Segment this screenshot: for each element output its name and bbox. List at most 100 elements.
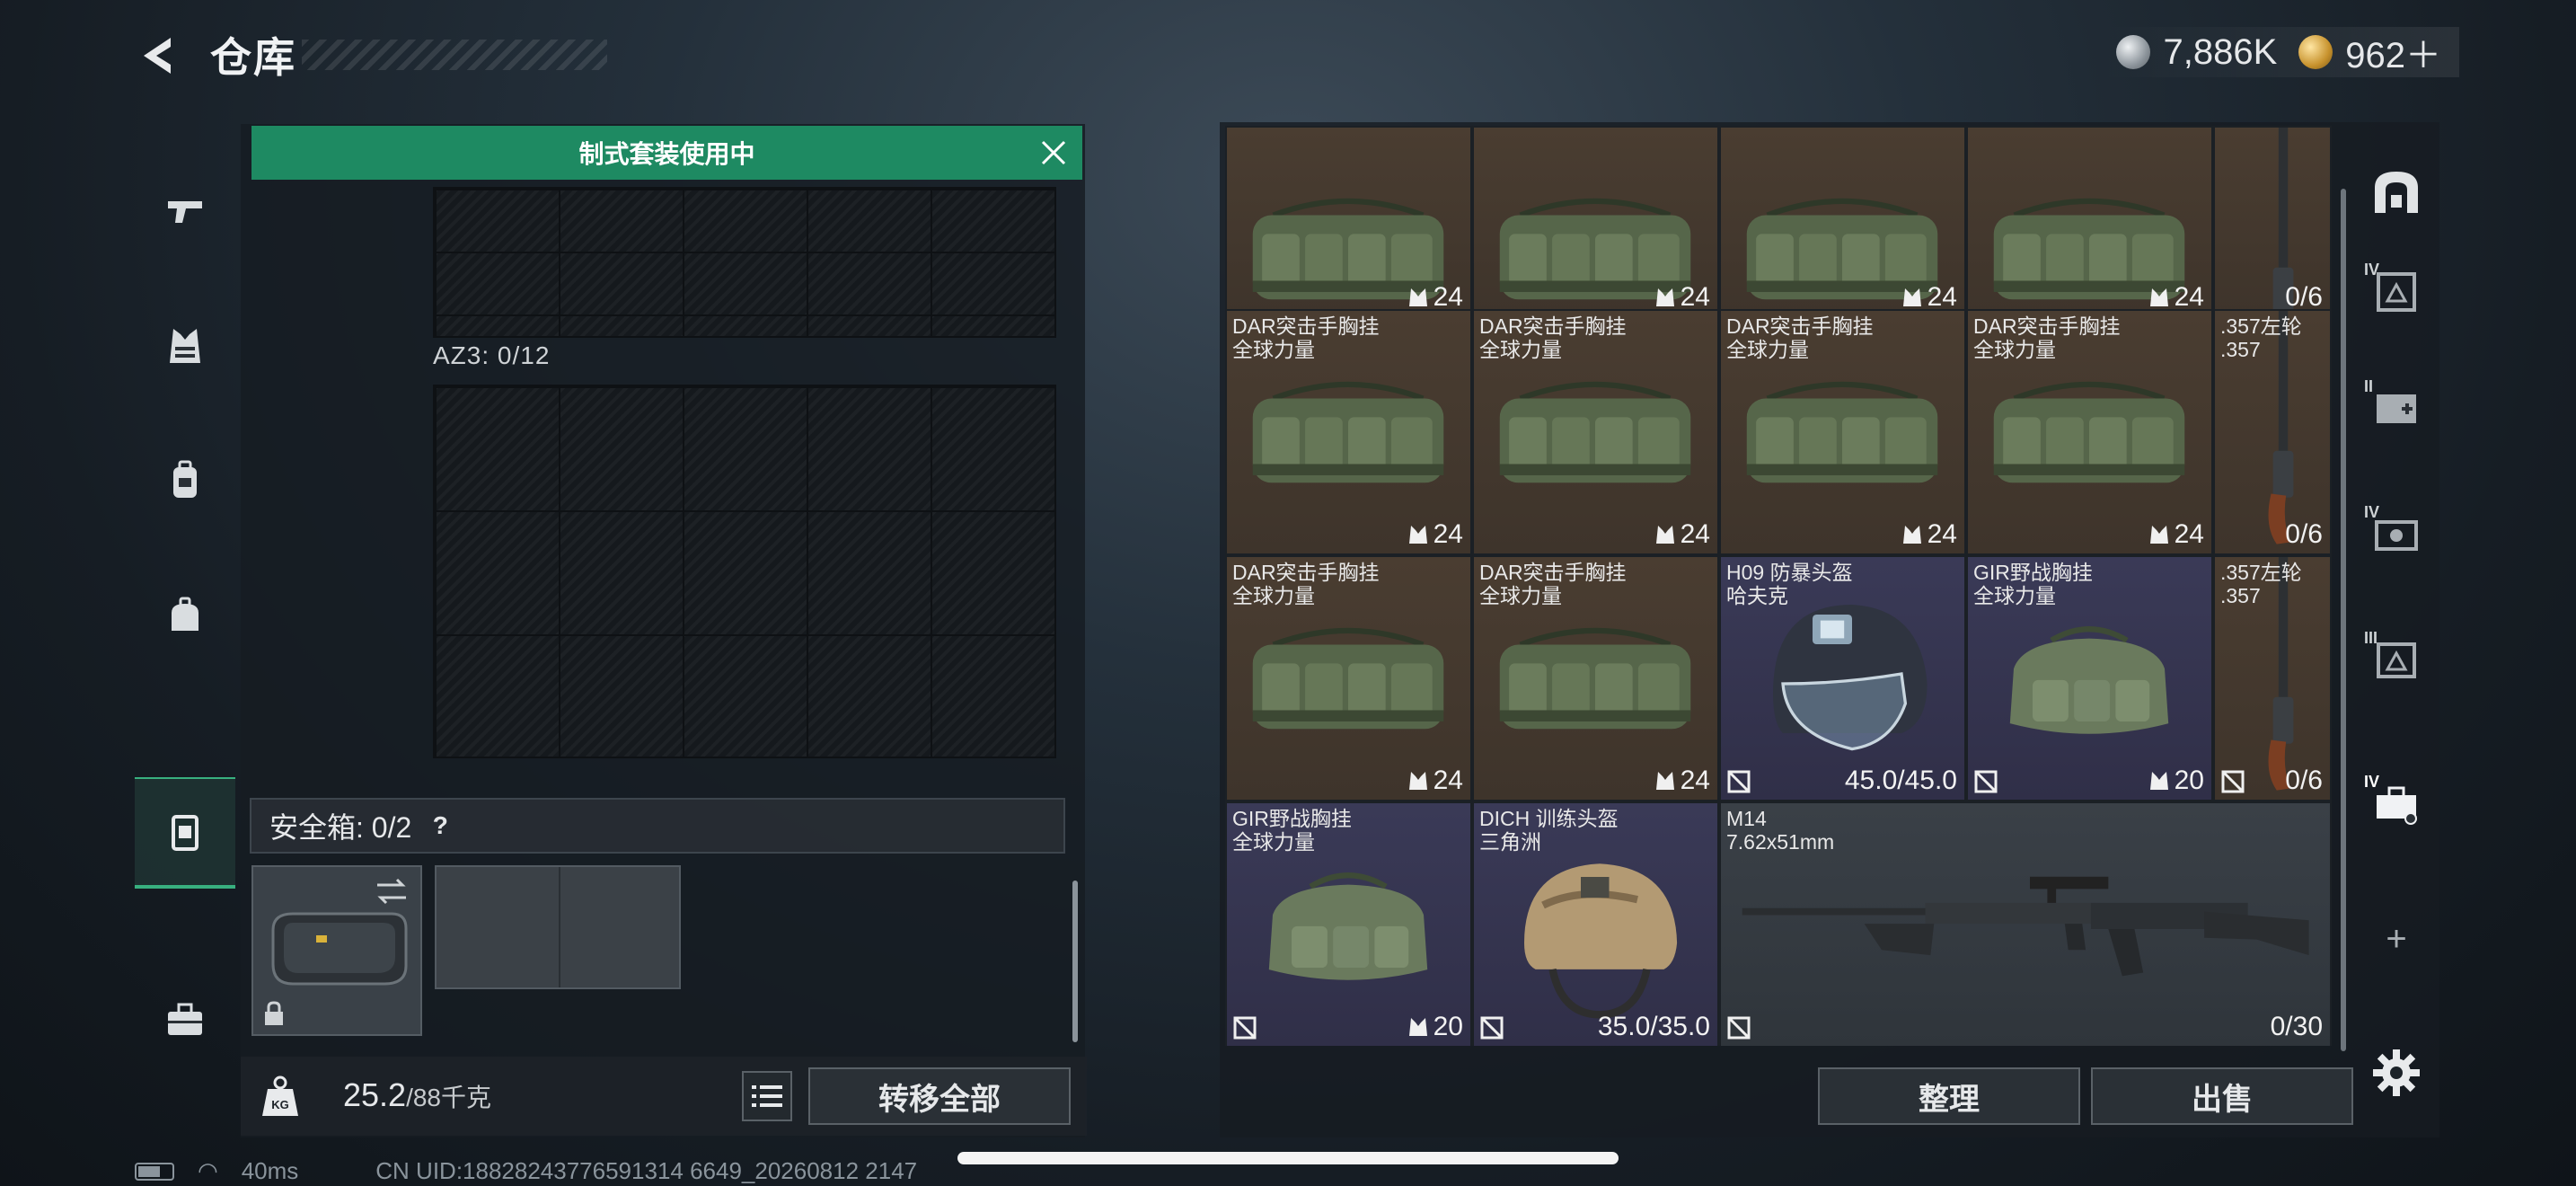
nav-weapon[interactable]	[135, 162, 235, 261]
item-name-line1: M14	[1726, 807, 1767, 830]
tier-label: IV	[2364, 773, 2380, 791]
item-name-line2: 全球力量	[1973, 338, 2056, 361]
item-name: .357左轮 .357	[2220, 314, 2302, 361]
item-name: M14 7.62x51mm	[1726, 807, 1834, 854]
weight-value: 25.2	[343, 1076, 407, 1113]
capacity-value: 24	[1433, 519, 1463, 549]
stash-item[interactable]: GIR野战胸挂 全球力量 20	[1966, 555, 2213, 801]
safebox-empty-slot[interactable]	[435, 865, 681, 989]
nav-toolbox[interactable]	[135, 970, 235, 1069]
nav-bag[interactable]	[135, 566, 235, 665]
capacity-value: 24	[2174, 519, 2204, 549]
help-icon[interactable]: ?	[424, 810, 456, 842]
capacity-value: 24	[1433, 766, 1463, 795]
left-scrollbar[interactable]	[1072, 881, 1078, 1042]
stash-item[interactable]: DAR突击手胸挂 全球力量 24	[1225, 309, 1472, 555]
az3-capacity-label: AZ3: 0/12	[433, 341, 551, 369]
safebox-header: 安全箱: 0/2 ?	[250, 798, 1065, 854]
capacity-count: 24	[1654, 766, 1710, 796]
title-decoration	[302, 40, 607, 70]
list-view-button[interactable]	[742, 1071, 792, 1121]
capacity-value: 24	[1927, 282, 1957, 312]
list-icon	[752, 1085, 782, 1107]
item-name-line1: DAR突击手胸挂	[1973, 314, 2121, 338]
ping-text: 40ms	[241, 1157, 299, 1184]
safebox-slot[interactable]	[251, 865, 422, 1036]
no-trade-icon	[1233, 1016, 1257, 1040]
backpack-icon	[173, 460, 197, 498]
stash-tab-3[interactable]: III	[2360, 611, 2432, 710]
stash-item[interactable]: 24	[1472, 126, 1719, 318]
stash-tab-4a[interactable]: IV	[2360, 243, 2432, 341]
item-name-line2: 全球力量	[1726, 338, 1809, 361]
stash-scrollbar[interactable]	[2341, 189, 2346, 1051]
stash-tab-4b[interactable]: IV	[2360, 485, 2432, 584]
vest-capacity-icon	[1655, 526, 1674, 544]
az3-grid[interactable]	[433, 385, 1056, 758]
capacity-value: 20	[2174, 766, 2204, 795]
stash-item[interactable]: .357左轮 .357 0/6	[2213, 555, 2332, 801]
stash-tab-all[interactable]	[2360, 144, 2432, 243]
medkit-box-icon	[2377, 394, 2416, 423]
nav-safebox[interactable]	[135, 777, 235, 889]
stash-tab-4c[interactable]: IV	[2360, 755, 2432, 854]
capacity-value: 24	[1680, 282, 1710, 312]
stash-item[interactable]: GIR野战胸挂 全球力量 20	[1225, 801, 1472, 1046]
item-name-line2: 哈夫克	[1726, 584, 1788, 607]
stash-item[interactable]: DAR突击手胸挂 全球力量 24	[1472, 555, 1719, 801]
close-icon[interactable]	[1037, 137, 1070, 169]
stash-item[interactable]: DAR突击手胸挂 全球力量 24	[1719, 309, 1966, 555]
item-name-line1: DAR突击手胸挂	[1232, 314, 1380, 338]
stash-item[interactable]: 24	[1966, 126, 2213, 318]
field-rig-picture	[1268, 872, 1428, 980]
stash-item[interactable]: DAR突击手胸挂 全球力量 24	[1472, 309, 1719, 555]
ammo-count: 0/6	[2285, 519, 2323, 549]
capacity-count: 24	[1654, 519, 1710, 550]
item-name: GIR野战胸挂 全球力量	[1973, 561, 2093, 607]
stash-item[interactable]: DICH 训练头盔 三角洲 35.0/35.0	[1472, 801, 1719, 1046]
back-arrow-icon[interactable]	[135, 32, 181, 79]
sell-button[interactable]: 出售	[2091, 1067, 2353, 1125]
item-name-line2: 全球力量	[1479, 338, 1562, 361]
stash-item[interactable]: M14 7.62x51mm 0/30	[1719, 801, 2332, 1046]
stash-item[interactable]: 0/6	[2213, 126, 2332, 318]
stash-tab-2[interactable]: II	[2360, 359, 2432, 458]
safebox-icon	[172, 815, 198, 851]
stash-item[interactable]: DAR突击手胸挂 全球力量 24	[1966, 309, 2213, 555]
stash-item[interactable]: 24	[1719, 126, 1966, 318]
item-name: DAR突击手胸挂 全球力量	[1232, 314, 1380, 361]
capacity-value: 24	[1433, 282, 1463, 312]
gear-icon[interactable]	[2371, 1048, 2422, 1098]
transfer-all-button[interactable]: 转移全部	[808, 1067, 1071, 1125]
home-indicator[interactable]	[957, 1152, 1619, 1164]
vest-capacity-icon	[1655, 288, 1674, 306]
durability-value: 45.0/45.0	[1844, 766, 1957, 795]
tier-label: IV	[2364, 503, 2380, 521]
nav-backpack[interactable]	[135, 431, 235, 530]
swap-icon[interactable]	[374, 876, 410, 907]
gold-coin-icon	[2298, 35, 2333, 69]
stash-item[interactable]: 24	[1225, 126, 1472, 318]
capacity-count: 20	[1407, 1012, 1463, 1042]
item-name-line1: .357左轮	[2220, 561, 2302, 584]
silver-amount: 7,886K	[2163, 31, 2278, 72]
tier-label: II	[2364, 377, 2374, 395]
item-name: DAR突击手胸挂 全球力量	[1479, 314, 1627, 361]
kit-in-use-banner: 制式套装使用中	[251, 126, 1082, 180]
nav-vest[interactable]	[135, 296, 235, 395]
gold-amount[interactable]: 962＋	[2345, 26, 2441, 78]
sort-button[interactable]: 整理	[1818, 1067, 2080, 1125]
stash-item[interactable]: DAR突击手胸挂 全球力量 24	[1225, 555, 1472, 801]
vest-grid[interactable]	[433, 187, 1056, 338]
left-category-nav	[135, 117, 235, 1105]
toolbox-icon	[168, 1003, 202, 1035]
tier-label: III	[2364, 629, 2378, 647]
stash-item[interactable]: H09 防暴头盔 哈夫克 45.0/45.0	[1719, 555, 1966, 801]
item-name-line2: 全球力量	[1232, 584, 1315, 607]
capacity-count: 24	[1901, 519, 1957, 550]
currency-display[interactable]: 7,886K 962＋	[2098, 27, 2459, 77]
item-name: DICH 训练头盔 三角洲	[1479, 807, 1619, 854]
item-name-line2: 全球力量	[1232, 830, 1315, 854]
add-stash-tab[interactable]: +	[2360, 890, 2432, 988]
stash-item[interactable]: .357左轮 .357 0/6	[2213, 309, 2332, 555]
